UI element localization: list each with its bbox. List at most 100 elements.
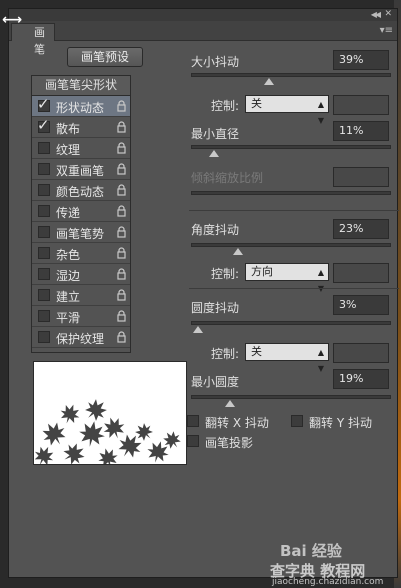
list-item[interactable]: 保护纹理 <box>32 327 130 348</box>
checkbox[interactable] <box>38 310 50 322</box>
lock-icon[interactable] <box>117 331 126 343</box>
roundness-jitter-slider[interactable] <box>191 321 391 333</box>
list-item-label: 传递 <box>56 206 81 220</box>
list-item[interactable]: 建立 <box>32 285 130 306</box>
list-item-label: 形状动态 <box>56 101 105 115</box>
flip-y-checkbox[interactable] <box>291 415 303 427</box>
checkbox[interactable] <box>38 247 50 259</box>
list-item[interactable]: 颜色动态 <box>32 180 130 201</box>
list-item-label: 颜色动态 <box>56 185 105 199</box>
list-item[interactable]: 平滑 <box>32 306 130 327</box>
checkbox[interactable] <box>38 163 50 175</box>
control-select-2[interactable]: 方向 ▲▼ <box>245 263 329 293</box>
control-select-3-value: 关 <box>251 345 262 358</box>
size-jitter-slider[interactable] <box>191 73 391 85</box>
lock-icon[interactable] <box>117 247 126 259</box>
min-roundness-value[interactable]: 19% <box>333 369 389 389</box>
min-diameter-value[interactable]: 11% <box>333 121 389 141</box>
roundness-jitter-value[interactable]: 3% <box>333 295 389 315</box>
list-item-label: 湿边 <box>56 269 81 283</box>
list-item[interactable]: 双重画笔 <box>32 159 130 180</box>
list-item-label: 双重画笔 <box>56 164 105 178</box>
min-roundness-slider[interactable] <box>191 395 391 407</box>
control-field-1 <box>333 95 389 115</box>
roundness-jitter-label: 圆度抖动 <box>191 301 240 315</box>
roundness-jitter-slider-thumb[interactable] <box>192 326 203 333</box>
watermark: Bai 经验 查字典 教程网 <box>270 540 396 580</box>
flip-y-label: 翻转 Y 抖动 <box>309 416 372 430</box>
tilt-scale-value <box>333 167 389 187</box>
lock-icon[interactable] <box>117 226 126 238</box>
checkbox[interactable] <box>38 205 50 217</box>
control-select-3[interactable]: 关 ▲ ▼ <box>245 343 329 373</box>
angle-jitter-slider[interactable] <box>191 243 391 255</box>
list-item[interactable]: 杂色 <box>32 243 130 264</box>
flip-x-checkbox[interactable] <box>187 415 199 427</box>
angle-jitter-label: 角度抖动 <box>191 223 240 237</box>
list-item[interactable]: 湿边 <box>32 264 130 285</box>
angle-jitter-value[interactable]: 23% <box>333 219 389 239</box>
checkmark-icon: ✓ <box>37 116 50 134</box>
lock-icon[interactable] <box>117 289 126 301</box>
list-item[interactable]: 传递 <box>32 201 130 222</box>
size-jitter-label: 大小抖动 <box>191 55 240 69</box>
brush-projection-label: 画笔投影 <box>205 436 254 450</box>
tilt-scale-slider <box>191 191 391 195</box>
control-field-2 <box>333 263 389 283</box>
list-item[interactable]: 画笔笔势 <box>32 222 130 243</box>
list-item-label: 画笔笔势 <box>56 227 105 241</box>
divider <box>189 288 399 289</box>
list-item-label: 保护纹理 <box>56 332 105 346</box>
checkmark-icon: ✓ <box>37 95 50 113</box>
list-item-label: 纹理 <box>56 143 81 157</box>
checkbox[interactable] <box>38 226 50 238</box>
list-item[interactable]: 纹理 <box>32 138 130 159</box>
brush-presets-button[interactable]: 画笔预设 <box>67 47 143 67</box>
list-item[interactable]: ✓ 形状动态 <box>32 96 130 117</box>
control-select-1-value: 关 <box>251 97 262 110</box>
size-jitter-value[interactable]: 39% <box>333 50 389 70</box>
watermark-line1: Bai 经验 <box>280 542 342 560</box>
resize-cursor-icon: ⟷ <box>2 12 23 28</box>
lock-icon[interactable] <box>117 100 126 112</box>
list-item[interactable]: ✓ 散布 <box>32 117 130 138</box>
tilt-scale-label: 倾斜缩放比例 <box>191 171 264 185</box>
min-diameter-slider[interactable] <box>191 145 391 157</box>
min-roundness-label: 最小圆度 <box>191 375 240 389</box>
flip-x-label: 翻转 X 抖动 <box>205 416 269 430</box>
lock-icon[interactable] <box>117 121 126 133</box>
checkbox[interactable] <box>38 331 50 343</box>
min-diameter-slider-thumb[interactable] <box>208 150 219 157</box>
watermark-url: jiaocheng.chazidian.com <box>272 577 384 587</box>
brush-tip-shape-item[interactable]: 画笔笔尖形状 <box>32 76 130 96</box>
list-item-label: 杂色 <box>56 248 81 262</box>
chevron-updown-icon: ▲▼ <box>317 100 324 125</box>
lock-icon[interactable] <box>117 205 126 217</box>
maple-leaf-preview-icon <box>34 362 186 464</box>
brush-projection-checkbox[interactable] <box>187 435 199 447</box>
checkbox[interactable] <box>38 289 50 301</box>
control-label-2: 控制: <box>211 267 240 281</box>
angle-jitter-slider-thumb[interactable] <box>232 248 243 255</box>
min-diameter-label: 最小直径 <box>191 127 240 141</box>
control-field-3 <box>333 343 389 363</box>
min-roundness-slider-thumb[interactable] <box>224 400 235 407</box>
lock-icon[interactable] <box>117 163 126 175</box>
list-item-label: 建立 <box>56 290 81 304</box>
control-label-1: 控制: <box>211 99 240 113</box>
lock-icon[interactable] <box>117 184 126 196</box>
lock-icon[interactable] <box>117 268 126 280</box>
size-jitter-slider-thumb[interactable] <box>264 78 275 85</box>
lock-icon[interactable] <box>117 142 126 154</box>
brush-dynamics-settings: 大小抖动 39% 控制: 关 ▲ ▼ 最小直径 11% 倾斜缩放比例 角度抖动 2… <box>187 9 399 579</box>
brush-settings-list: 画笔笔尖形状 ✓ 形状动态 ✓ 散布纹理双重画笔颜色动态传递画笔笔势杂色湿边建立平滑保… <box>31 75 131 353</box>
control-label-3: 控制: <box>211 347 240 361</box>
chevron-updown-icon: ▲▼ <box>317 268 324 293</box>
checkbox[interactable] <box>38 142 50 154</box>
checkbox[interactable] <box>38 268 50 280</box>
chevron-updown-icon: ▲▼ <box>317 348 324 373</box>
control-select-1[interactable]: 关 ▲ ▼ <box>245 95 329 125</box>
lock-icon[interactable] <box>117 310 126 322</box>
list-item-label: 散布 <box>56 122 81 136</box>
checkbox[interactable] <box>38 184 50 196</box>
